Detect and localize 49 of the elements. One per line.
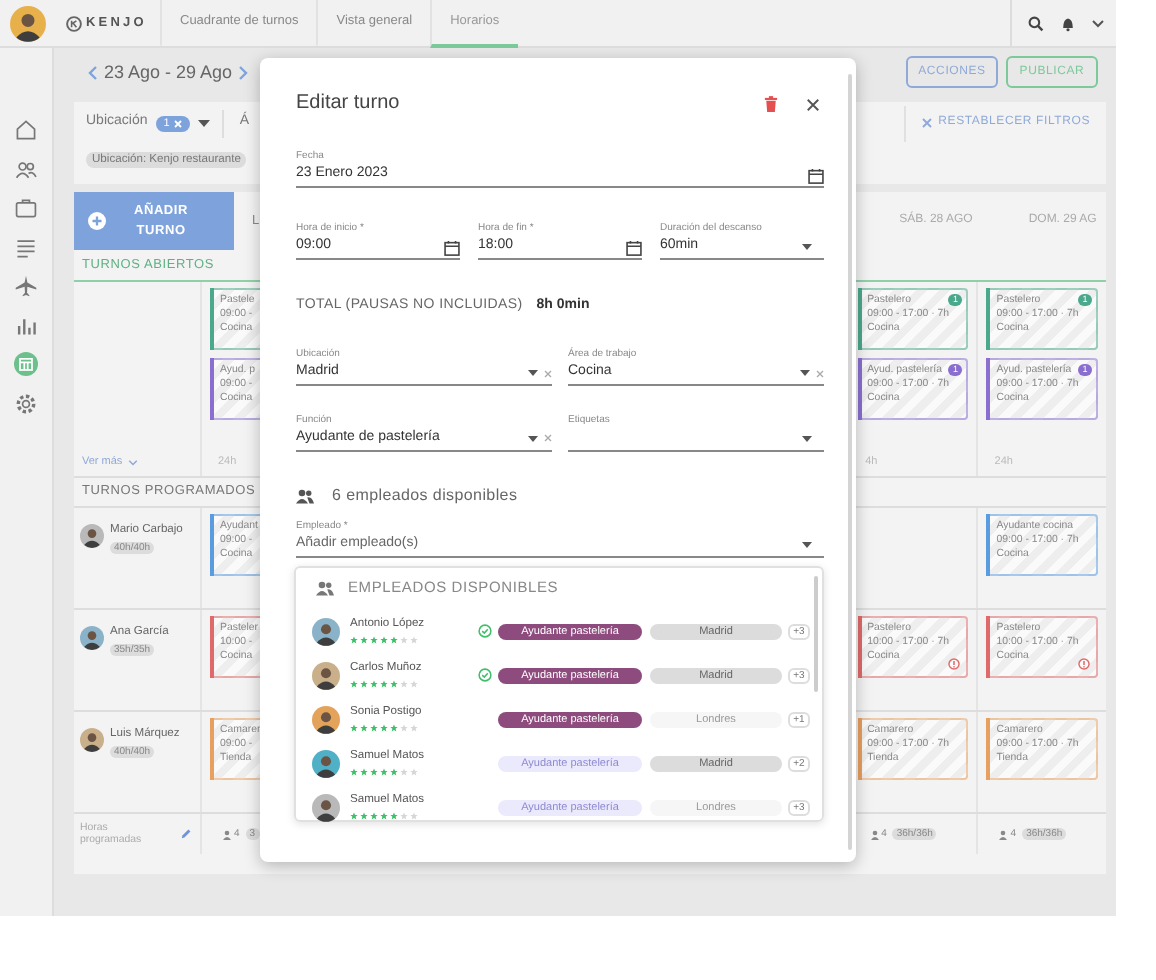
clear-icon[interactable] — [544, 434, 552, 442]
calendar-icon[interactable] — [626, 239, 642, 255]
avatar — [80, 728, 104, 752]
list-icon[interactable] — [14, 235, 38, 259]
caret-icon[interactable] — [802, 541, 812, 547]
bar-chart-icon[interactable] — [14, 313, 38, 337]
pencil-icon[interactable] — [180, 828, 192, 840]
search-icon[interactable] — [1028, 15, 1044, 31]
avatar — [80, 524, 104, 548]
person-icon — [869, 829, 880, 839]
avatar — [312, 705, 340, 733]
person-icon — [998, 829, 1009, 839]
date-range: 23 Ago - 29 Ago — [104, 61, 233, 83]
calendar-icon[interactable] — [808, 167, 824, 183]
caret-icon[interactable] — [197, 119, 210, 127]
person-icon — [222, 829, 232, 839]
avatar — [312, 793, 340, 821]
scrollbar[interactable] — [814, 575, 818, 691]
scrollbar[interactable] — [848, 74, 852, 850]
avatar — [9, 5, 45, 41]
trash-icon[interactable] — [764, 96, 778, 112]
caret-icon[interactable] — [800, 370, 810, 376]
clear-icon[interactable] — [816, 369, 824, 377]
chevron-left-icon[interactable] — [88, 65, 98, 79]
clear-icon[interactable] — [544, 369, 552, 377]
caret-icon[interactable] — [528, 435, 538, 441]
chevron-down-icon[interactable] — [1092, 19, 1104, 27]
chevron-right-icon[interactable] — [238, 65, 249, 79]
avatar — [312, 617, 340, 645]
caret-icon[interactable] — [802, 244, 812, 250]
caret-icon[interactable] — [802, 435, 812, 441]
people-icon — [296, 487, 314, 503]
plus-icon — [88, 212, 106, 230]
avatar — [312, 749, 340, 777]
logo-icon — [66, 15, 82, 31]
people-icon — [316, 579, 334, 595]
available-count: 6 empleados disponibles — [332, 485, 518, 505]
calendar-icon[interactable] — [444, 239, 460, 255]
caret-icon[interactable] — [528, 370, 538, 376]
plane-icon[interactable] — [14, 274, 38, 298]
briefcase-icon[interactable] — [14, 196, 38, 220]
avatar — [312, 661, 340, 689]
avatar — [80, 626, 104, 650]
bell-icon[interactable] — [1060, 15, 1076, 31]
close-icon[interactable] — [806, 97, 820, 111]
people-icon[interactable] — [14, 157, 38, 181]
dialog-title: Editar turno — [296, 92, 402, 116]
settings-icon[interactable] — [14, 391, 38, 415]
home-icon[interactable] — [14, 118, 38, 142]
